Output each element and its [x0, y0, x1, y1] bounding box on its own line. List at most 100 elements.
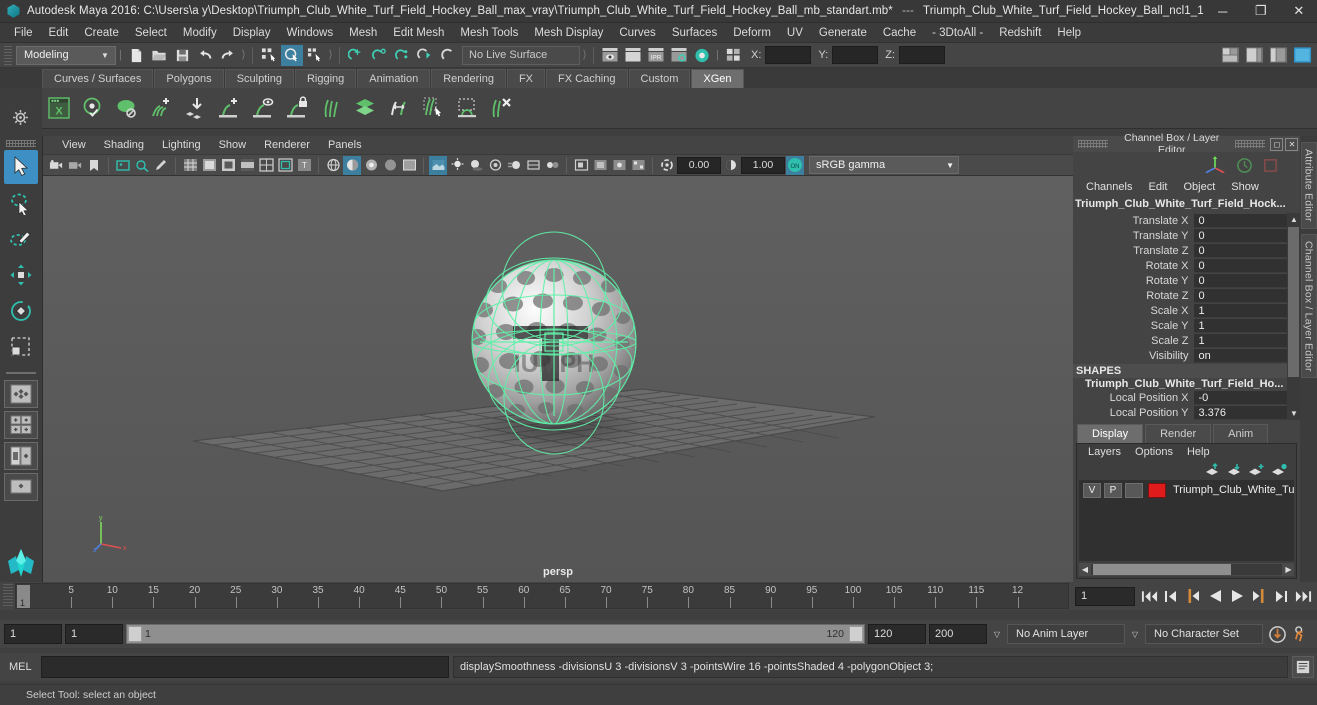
motion-blur-icon[interactable]	[505, 156, 523, 175]
save-scene-icon[interactable]	[171, 45, 193, 66]
wireframe-icon[interactable]	[324, 156, 342, 175]
resolution-gate-icon[interactable]	[219, 156, 237, 175]
layer-menu-help[interactable]: Help	[1180, 446, 1217, 458]
single-perspective-layout-button[interactable]	[4, 380, 38, 408]
new-scene-icon[interactable]	[125, 45, 147, 66]
time-slider-grip[interactable]	[3, 584, 13, 608]
layer-menu-layers[interactable]: Layers	[1081, 446, 1128, 458]
anim-layer-dropdown[interactable]: No Anim Layer	[1007, 624, 1125, 644]
attribute-preset-icon[interactable]	[1263, 158, 1278, 173]
depth-of-field-icon[interactable]	[543, 156, 561, 175]
film-gate-icon[interactable]	[200, 156, 218, 175]
show-modeling-toolkit-icon[interactable]	[1219, 45, 1241, 66]
menu-item-create[interactable]: Create	[76, 23, 127, 43]
new-layer-from-selected-icon[interactable]	[1271, 463, 1288, 476]
minimize-button[interactable]: ─	[1204, 0, 1242, 23]
show-attribute-editor-icon[interactable]	[1243, 45, 1265, 66]
menuset-dropdown[interactable]: Modeling ▼	[16, 45, 116, 65]
use-all-lights-icon[interactable]	[448, 156, 466, 175]
render-current-frame-icon[interactable]	[622, 45, 644, 66]
scrollbar-thumb[interactable]	[1093, 564, 1231, 575]
menu-item-mesh-display[interactable]: Mesh Display	[526, 23, 611, 43]
input-output-connections-icon[interactable]	[722, 45, 744, 66]
menu-item-mesh[interactable]: Mesh	[341, 23, 385, 43]
range-start-handle[interactable]	[128, 626, 142, 642]
scrollbar-trough[interactable]	[1091, 564, 1283, 575]
select-tool-button[interactable]	[4, 150, 38, 184]
lasso-select-tool-button[interactable]	[4, 186, 38, 220]
attribute-value-field[interactable]: 3.376	[1194, 405, 1301, 420]
vertical-tab-attribute-editor[interactable]: Attribute Editor	[1300, 142, 1317, 229]
paint-select-tool-button[interactable]	[4, 222, 38, 256]
character-set-dropdown-arrow-icon[interactable]: ▽	[1128, 630, 1142, 639]
layer-playback-toggle[interactable]: P	[1104, 482, 1122, 498]
vertical-tab-channel-box-layer-editor[interactable]: Channel Box / Layer Editor	[1300, 233, 1317, 379]
flat-shade-icon[interactable]	[381, 156, 399, 175]
anim-layer-dropdown-arrow-icon[interactable]: ▽	[990, 630, 1004, 639]
persp-outliner-layout-button[interactable]	[4, 442, 38, 470]
auto-keyframe-icon[interactable]	[1266, 623, 1288, 645]
range-end-handle[interactable]	[849, 626, 863, 642]
shaded-wireframe-icon[interactable]	[400, 156, 418, 175]
shelf-tab-sculpting[interactable]: Sculpting	[224, 69, 294, 88]
animation-end-field[interactable]: 200	[929, 624, 987, 644]
shelf-tab-xgen[interactable]: XGen	[691, 69, 744, 88]
z-coordinate-field[interactable]	[898, 46, 945, 64]
channel-box-menu-channels[interactable]: Channels	[1079, 181, 1139, 193]
layer-visibility-toggle[interactable]: V	[1083, 482, 1101, 498]
show-tool-settings-icon[interactable]	[1267, 45, 1289, 66]
viewport-menu-panels[interactable]: Panels	[319, 136, 371, 154]
select-by-hierarchy-icon[interactable]	[258, 45, 280, 66]
character-set-dropdown[interactable]: No Character Set	[1145, 624, 1263, 644]
ambient-occlusion-icon[interactable]	[486, 156, 504, 175]
four-view-layout-button[interactable]	[4, 411, 38, 439]
attribute-value-field[interactable]: 0	[1194, 288, 1301, 303]
animation-start-field[interactable]: 1	[4, 624, 62, 644]
show-channel-box-icon[interactable]	[1291, 45, 1313, 66]
textured-icon[interactable]	[429, 155, 447, 175]
undo-icon[interactable]	[194, 45, 216, 66]
menu-item-cache[interactable]: Cache	[875, 23, 924, 43]
xgen-preview-icon[interactable]	[78, 92, 108, 124]
gamma-field[interactable]: 1.00	[741, 156, 785, 174]
bookmark-icon[interactable]	[85, 156, 103, 175]
shelf-options-gear-icon[interactable]	[12, 109, 30, 127]
channel-box-menu-object[interactable]: Object	[1176, 181, 1222, 193]
attribute-value-field[interactable]: 1	[1194, 318, 1301, 333]
scrollbar-thumb[interactable]	[1288, 227, 1300, 377]
isolate-select-icon[interactable]	[572, 156, 590, 175]
playback-start-field[interactable]: 1	[65, 624, 123, 644]
select-camera-icon[interactable]	[47, 156, 65, 175]
script-editor-icon[interactable]	[1292, 656, 1314, 678]
new-layer-icon[interactable]	[1248, 463, 1265, 476]
maya-paint-effects-icon[interactable]	[4, 546, 38, 580]
perspective-viewport[interactable]: IUMPH y x z persp	[43, 176, 1073, 582]
menu-item-generate[interactable]: Generate	[811, 23, 875, 43]
attribute-value-field[interactable]: on	[1194, 348, 1301, 363]
panel-drag-handle-right[interactable]	[1235, 140, 1266, 148]
select-by-object-icon[interactable]	[281, 44, 303, 66]
gate-mask-icon[interactable]	[238, 156, 256, 175]
grease-pencil-icon[interactable]	[152, 156, 170, 175]
shelf-tab-curves-surfaces[interactable]: Curves / Surfaces	[42, 69, 154, 88]
channel-box-scrollbar[interactable]: ▲ ▼	[1287, 213, 1301, 420]
xgen-lock-guide-icon[interactable]	[282, 92, 312, 124]
xgen-place-guide-icon[interactable]	[180, 92, 210, 124]
show-hide-render-view-icon[interactable]	[599, 45, 621, 66]
shelf-tab-animation[interactable]: Animation	[357, 69, 431, 88]
menu-item-mesh-tools[interactable]: Mesh Tools	[452, 23, 526, 43]
xgen-add-guide-icon[interactable]	[214, 92, 244, 124]
xgen-comb-guide-icon[interactable]	[316, 92, 346, 124]
snap-to-view-plane-icon[interactable]	[437, 45, 459, 66]
channel-box-menu-edit[interactable]: Edit	[1141, 181, 1174, 193]
persp-graph-layout-button[interactable]	[4, 473, 38, 501]
safe-title-icon[interactable]: T	[295, 156, 313, 175]
grid-icon[interactable]	[181, 156, 199, 175]
viewport-menu-view[interactable]: View	[53, 136, 95, 154]
step-back-frame-icon[interactable]	[1183, 586, 1203, 606]
camera-attributes-icon[interactable]	[66, 156, 84, 175]
menu-item-uv[interactable]: UV	[779, 23, 811, 43]
go-to-end-icon[interactable]	[1293, 586, 1313, 606]
select-by-component-icon[interactable]	[304, 45, 326, 66]
menu-item-help[interactable]: Help	[1049, 23, 1089, 43]
